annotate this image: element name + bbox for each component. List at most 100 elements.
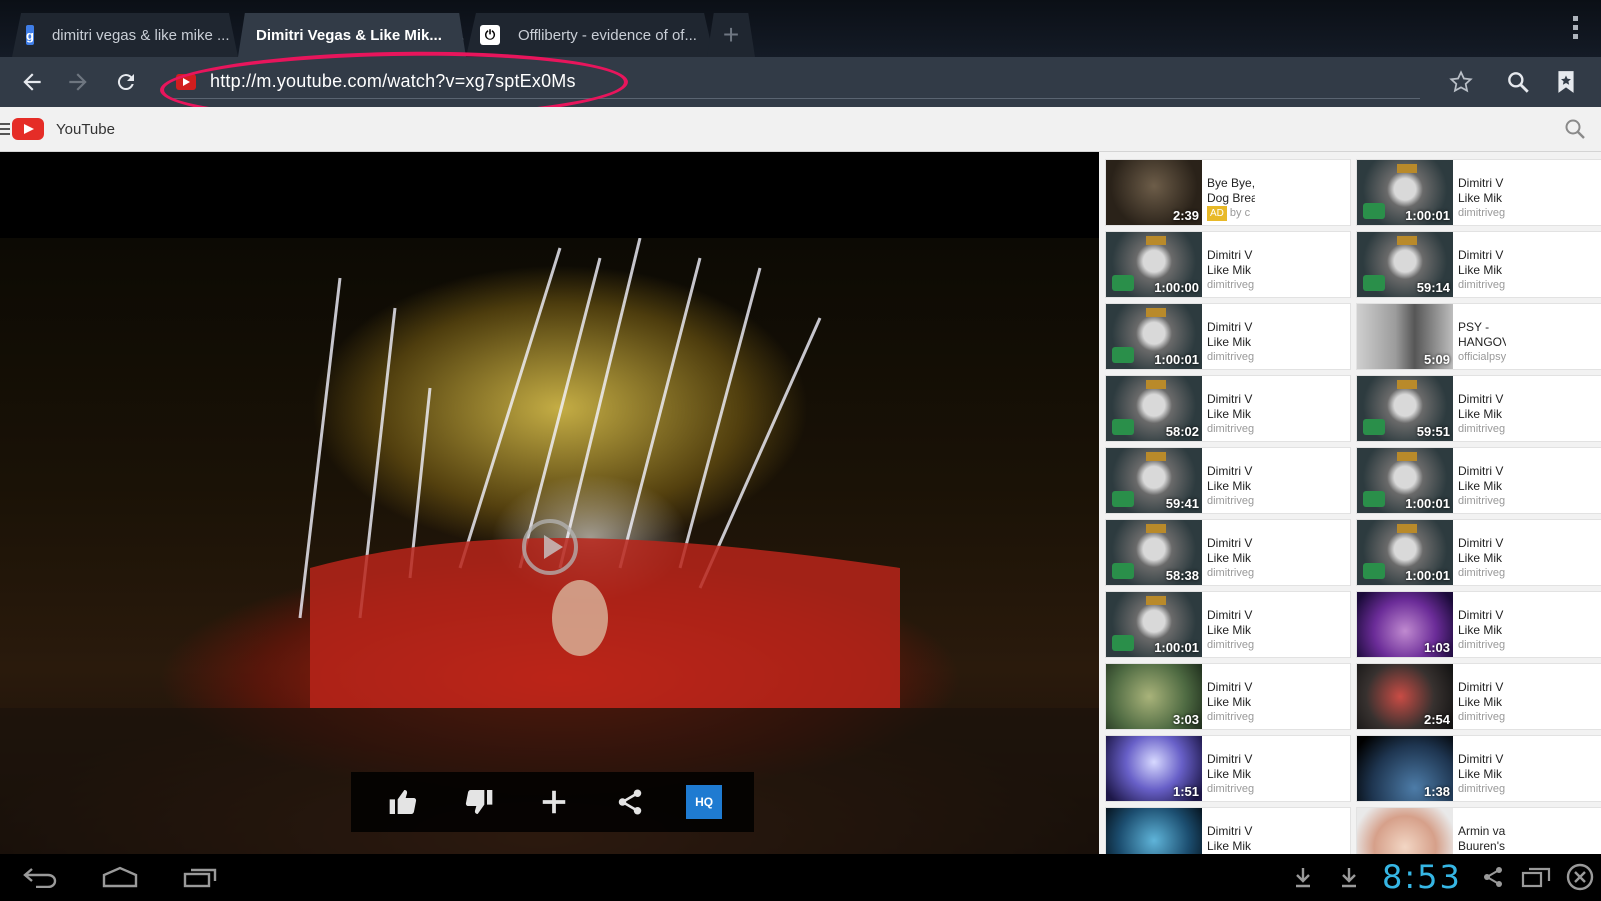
video-info[interactable]: Dimitri V Like Mik dimitriveg xyxy=(1453,664,1601,729)
related-video-card[interactable]: 58:02 Dimitri V Like Mik dimitriveg xyxy=(1105,375,1351,442)
download-notification-icon[interactable] xyxy=(1336,862,1362,892)
video-channel: dimitriveg xyxy=(1458,782,1506,797)
video-info[interactable]: Dimitri V Like Mik dimitriveg xyxy=(1453,736,1601,801)
video-thumbnail[interactable]: 58:02 xyxy=(1106,376,1202,441)
video-info[interactable]: Dimitri V Like Mik dimitriveg xyxy=(1202,520,1350,585)
system-recent-apps-icon[interactable] xyxy=(180,862,220,892)
share-notification-icon[interactable] xyxy=(1478,862,1508,892)
video-thumbnail[interactable] xyxy=(1106,808,1202,854)
related-video-card[interactable]: 58:38 Dimitri V Like Mik dimitriveg xyxy=(1105,519,1351,586)
video-info[interactable]: Dimitri V Like Mik dimitriveg xyxy=(1202,304,1350,369)
related-video-card[interactable]: 1:00:01 Dimitri V Like Mik dimitriveg xyxy=(1105,591,1351,658)
bookmarks-icon[interactable] xyxy=(1548,64,1584,100)
video-info[interactable]: Dimitri V Like Mik dimitriveg xyxy=(1453,592,1601,657)
related-video-card[interactable]: 1:03 Dimitri V Like Mik dimitriveg xyxy=(1356,591,1601,658)
video-thumbnail[interactable]: 59:51 xyxy=(1357,376,1453,441)
related-video-card[interactable]: 1:38 Dimitri V Like Mik dimitriveg xyxy=(1356,735,1601,802)
add-to-playlist-icon[interactable] xyxy=(534,782,574,822)
hq-toggle-button[interactable]: HQ xyxy=(686,785,723,819)
video-thumbnail[interactable]: 58:38 xyxy=(1106,520,1202,585)
video-info[interactable]: Dimitri V Like Mik dimitriveg xyxy=(1453,376,1601,441)
browser-tab-strip: g dimitri vegas & like mike ... Dimitri … xyxy=(0,0,1601,57)
video-thumbnail[interactable]: 1:00:01 xyxy=(1106,592,1202,657)
related-video-card[interactable]: 1:51 Dimitri V Like Mik dimitriveg xyxy=(1105,735,1351,802)
video-info[interactable]: Dimitri V Like Mik dimitriveg xyxy=(1453,232,1601,297)
video-thumbnail[interactable]: 1:00:01 xyxy=(1357,520,1453,585)
youtube-brand[interactable]: YouTube xyxy=(56,121,115,138)
video-player[interactable]: HQ xyxy=(0,152,1099,854)
video-thumbnail[interactable]: 1:38 xyxy=(1357,736,1453,801)
reload-icon[interactable] xyxy=(108,64,144,100)
video-thumbnail[interactable]: 1:00:01 xyxy=(1357,160,1453,225)
youtube-logo-icon[interactable] xyxy=(12,118,44,140)
search-icon[interactable] xyxy=(1500,64,1536,100)
dislike-thumbs-down-icon[interactable] xyxy=(459,782,499,822)
video-title-line2: Like Mik xyxy=(1458,623,1503,637)
video-info[interactable]: Dimitri V Like Mik dimitriveg xyxy=(1202,664,1350,729)
video-thumbnail[interactable]: 1:00:01 xyxy=(1357,448,1453,513)
video-info[interactable]: Dimitri V Like Mik dimitriveg xyxy=(1453,520,1601,585)
video-info[interactable]: Dimitri V Like Mik dimitriveg xyxy=(1202,736,1350,801)
related-video-card[interactable]: 1:00:01 Dimitri V Like Mik dimitriveg xyxy=(1356,447,1601,514)
related-video-card[interactable]: 5:09 PSY - HANGOV officialpsy xyxy=(1356,303,1601,370)
video-thumbnail[interactable]: 3:03 xyxy=(1106,664,1202,729)
related-video-card[interactable]: Armin va Buuren's xyxy=(1356,807,1601,854)
related-video-card[interactable]: 2:54 Dimitri V Like Mik dimitriveg xyxy=(1356,663,1601,730)
play-icon[interactable] xyxy=(522,519,578,575)
video-thumbnail[interactable]: 1:00:01 xyxy=(1106,304,1202,369)
share-icon[interactable] xyxy=(610,782,650,822)
related-video-card[interactable]: 1:00:00 Dimitri V Like Mik dimitriveg xyxy=(1105,231,1351,298)
tab-youtube-active[interactable]: Dimitri Vegas & Like Mik... ✕ xyxy=(238,13,466,57)
video-thumbnail[interactable]: 59:41 xyxy=(1106,448,1202,513)
menu-icon[interactable] xyxy=(0,120,10,138)
related-video-card[interactable]: 59:14 Dimitri V Like Mik dimitriveg xyxy=(1356,231,1601,298)
video-info[interactable]: Dimitri V Like Mik dimitriveg xyxy=(1453,448,1601,513)
video-title-line2: Like Mik xyxy=(1207,479,1252,493)
related-video-card[interactable]: 1:00:01 Dimitri V Like Mik dimitriveg xyxy=(1356,159,1601,226)
video-title: Dimitri V xyxy=(1207,680,1253,694)
related-video-card[interactable]: 3:03 Dimitri V Like Mik dimitriveg xyxy=(1105,663,1351,730)
related-video-card[interactable]: Dimitri V Like Mik xyxy=(1105,807,1351,854)
system-home-icon[interactable] xyxy=(100,862,140,892)
tab-google-search[interactable]: g dimitri vegas & like mike ... xyxy=(12,13,238,57)
video-info[interactable]: Dimitri V Like Mik dimitriveg xyxy=(1453,160,1601,225)
like-thumbs-up-icon[interactable] xyxy=(383,782,423,822)
video-info[interactable]: Dimitri V Like Mik dimitriveg xyxy=(1202,448,1350,513)
related-video-card[interactable]: 1:00:01 Dimitri V Like Mik dimitriveg xyxy=(1105,303,1351,370)
video-info[interactable]: Dimitri V Like Mik dimitriveg xyxy=(1202,592,1350,657)
tab-offliberty[interactable]: ⏻ Offliberty - evidence of of... xyxy=(466,13,714,57)
system-back-icon[interactable] xyxy=(20,862,60,892)
video-thumbnail[interactable]: 1:51 xyxy=(1106,736,1202,801)
related-video-card[interactable]: 59:41 Dimitri V Like Mik dimitriveg xyxy=(1105,447,1351,514)
video-thumbnail[interactable]: 1:03 xyxy=(1357,592,1453,657)
related-video-card[interactable]: 59:51 Dimitri V Like Mik dimitriveg xyxy=(1356,375,1601,442)
screen-cast-icon[interactable] xyxy=(1520,862,1552,892)
video-thumbnail[interactable]: 2:39 xyxy=(1106,160,1202,225)
related-video-card[interactable]: 1:00:01 Dimitri V Like Mik dimitriveg xyxy=(1356,519,1601,586)
overflow-menu-icon[interactable] xyxy=(1573,16,1579,43)
status-clock[interactable]: 8:53 xyxy=(1382,858,1462,896)
video-info[interactable]: Armin va Buuren's xyxy=(1453,808,1601,854)
video-info[interactable]: Bye Bye, Dog Brea AD by c xyxy=(1202,160,1350,225)
video-info[interactable]: Dimitri V Like Mik dimitriveg xyxy=(1202,232,1350,297)
new-tab-button[interactable]: + xyxy=(707,13,755,57)
back-arrow-icon[interactable] xyxy=(14,64,50,100)
forward-arrow-icon[interactable] xyxy=(60,64,96,100)
video-info[interactable]: Dimitri V Like Mik xyxy=(1202,808,1350,854)
video-info[interactable]: PSY - HANGOV officialpsy xyxy=(1453,304,1601,369)
youtube-search-icon[interactable] xyxy=(1563,117,1587,141)
video-thumbnail[interactable]: 1:00:00 xyxy=(1106,232,1202,297)
related-video-card[interactable]: 2:39 Bye Bye, Dog Brea AD by c xyxy=(1105,159,1351,226)
video-thumbnail[interactable]: 5:09 xyxy=(1357,304,1453,369)
video-thumbnail[interactable]: 2:54 xyxy=(1357,664,1453,729)
video-info[interactable]: Dimitri V Like Mik dimitriveg xyxy=(1202,376,1350,441)
video-thumbnail[interactable] xyxy=(1357,808,1453,854)
video-title-line2: Like Mik xyxy=(1207,335,1252,349)
bookmark-star-icon[interactable] xyxy=(1443,64,1479,100)
video-thumbnail[interactable]: 59:14 xyxy=(1357,232,1453,297)
download-notification-icon[interactable] xyxy=(1290,862,1316,892)
video-title-line2: Like Mik xyxy=(1458,479,1503,493)
video-channel: dimitriveg xyxy=(1207,422,1255,437)
channel-name: dimitriveg xyxy=(1207,711,1255,723)
close-circle-icon[interactable] xyxy=(1565,862,1595,892)
